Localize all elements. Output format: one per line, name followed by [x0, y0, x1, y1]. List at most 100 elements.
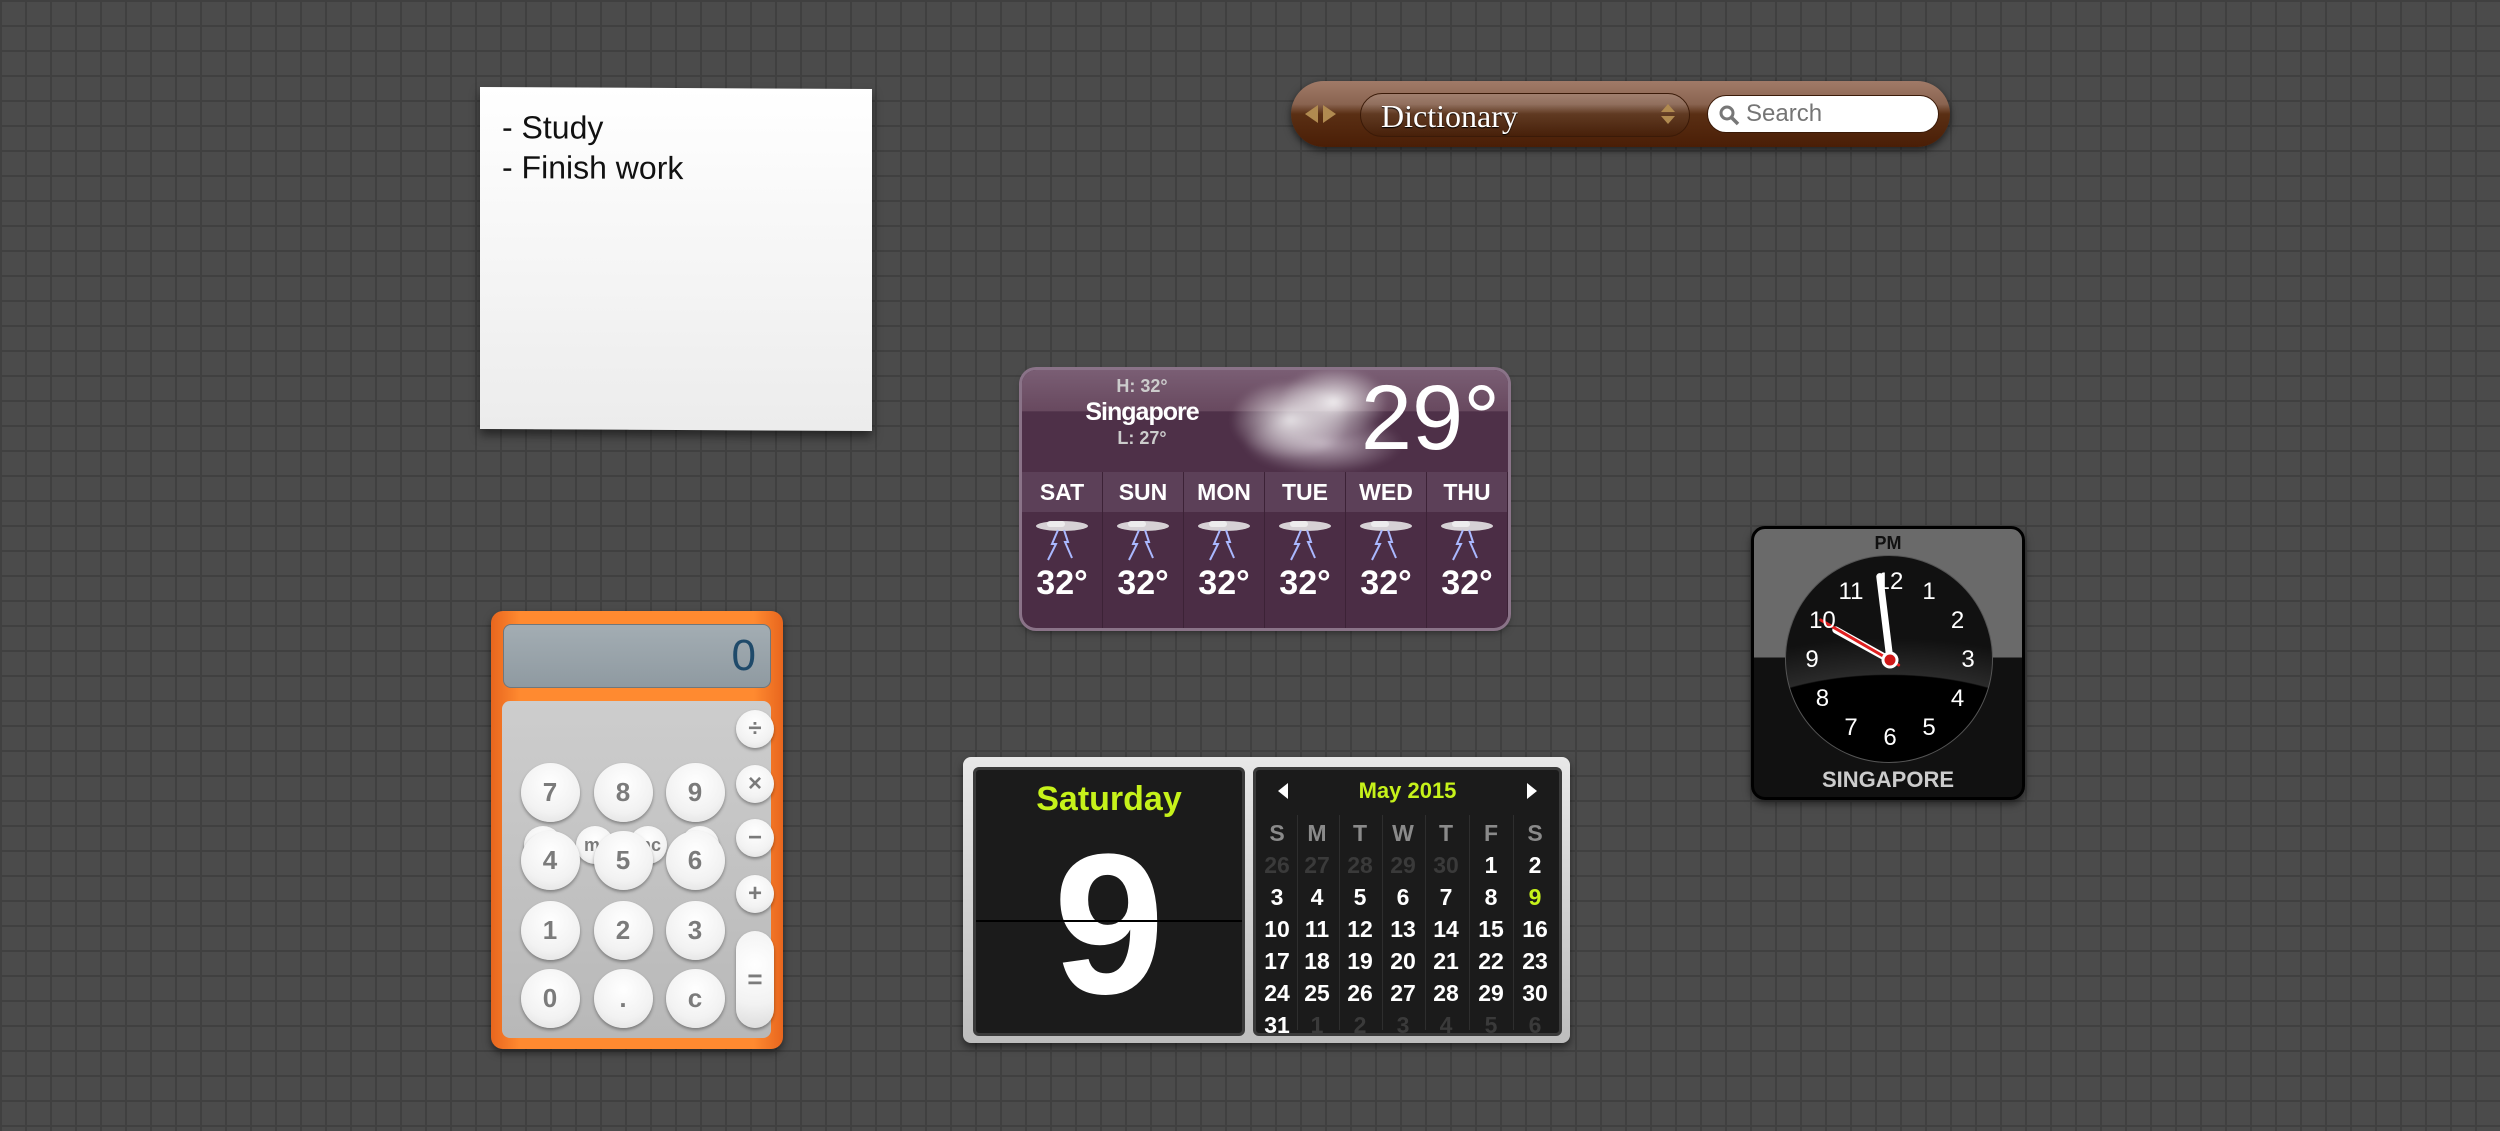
calendar-day[interactable]: 21 — [1426, 948, 1466, 975]
calendar-day[interactable]: 6 — [1383, 884, 1423, 911]
back-arrow-icon[interactable] — [1305, 105, 1318, 123]
note-line: - Finish work — [502, 149, 684, 187]
calendar-day[interactable]: 13 — [1383, 916, 1423, 943]
month-panel: May 2015 S M T W T F S 26 27 28 29 30 1 2 3 4 5 6 7 8 9 10 11 1… — [1253, 767, 1562, 1039]
calendar-day[interactable]: 28 — [1340, 852, 1380, 879]
weather-widget[interactable]: H: 32° Singapore L: 27° 29° SAT 32° SUN 32°… — [1022, 370, 1508, 628]
calendar-day[interactable]: 29 — [1471, 980, 1511, 1007]
calendar-day[interactable]: 3 — [1383, 1012, 1423, 1039]
search-icon — [1719, 105, 1740, 126]
next-month-button[interactable] — [1527, 783, 1537, 799]
key-2[interactable]: 2 — [593, 900, 653, 960]
calendar-day[interactable]: 16 — [1515, 916, 1555, 943]
calendar-day[interactable]: 6 — [1515, 1012, 1555, 1039]
calendar-day[interactable]: 20 — [1383, 948, 1423, 975]
multiply-button[interactable]: × — [736, 765, 774, 803]
low-temp: L: 27° — [1117, 428, 1167, 448]
key-5[interactable]: 5 — [593, 830, 653, 890]
key-4[interactable]: 4 — [520, 830, 580, 890]
calendar-day[interactable]: 10 — [1257, 916, 1297, 943]
calendar-day[interactable]: 31 — [1257, 1012, 1297, 1039]
calendar-day[interactable]: 8 — [1471, 884, 1511, 911]
calendar-day[interactable]: 15 — [1471, 916, 1511, 943]
calendar-day[interactable]: 9 — [1515, 884, 1555, 911]
search-input[interactable] — [1746, 99, 1926, 129]
clock-face: 12 1 2 3 4 5 6 7 8 9 10 11 — [1785, 555, 1993, 763]
calendar-day[interactable]: 24 — [1257, 980, 1297, 1007]
calendar-widget[interactable]: Saturday 9 May 2015 S M T W T F S 26 27 28 29 30 1 2 3… — [963, 757, 1570, 1043]
weekday-header: W — [1392, 820, 1414, 846]
thunderstorm-icon — [1279, 521, 1331, 561]
calendar-day[interactable]: 14 — [1426, 916, 1466, 943]
add-button[interactable]: + — [736, 875, 774, 913]
day-panel: Saturday 9 — [973, 767, 1245, 1036]
calendar-day[interactable]: 3 — [1257, 884, 1297, 911]
calendar-day[interactable]: 2 — [1340, 1012, 1380, 1039]
thunderstorm-icon — [1198, 521, 1250, 561]
calendar-day[interactable]: 1 — [1471, 852, 1511, 879]
calendar-day[interactable]: 7 — [1426, 884, 1466, 911]
calendar-day[interactable]: 26 — [1257, 852, 1297, 879]
key-6[interactable]: 6 — [665, 830, 725, 890]
calendar-day[interactable]: 5 — [1471, 1012, 1511, 1039]
calendar-day[interactable]: 2 — [1515, 852, 1555, 879]
world-clock-widget[interactable]: PM 12 1 2 3 4 5 6 7 8 9 10 11 SINGAPORE — [1751, 526, 2025, 800]
calendar-day[interactable]: 11 — [1297, 916, 1337, 943]
calendar-day[interactable]: 23 — [1515, 948, 1555, 975]
calendar-day[interactable]: 4 — [1297, 884, 1337, 911]
calendar-day[interactable]: 17 — [1257, 948, 1297, 975]
weekday-header: F — [1483, 820, 1499, 846]
weekday-header: M — [1307, 820, 1327, 846]
dictionary-source-select[interactable]: Dictionary — [1360, 93, 1690, 137]
calendar-day[interactable]: 28 — [1426, 980, 1466, 1007]
calendar-day[interactable]: 29 — [1383, 852, 1423, 879]
clock-numeral: 9 — [1805, 646, 1819, 673]
flip-divider — [976, 920, 1242, 922]
key-1[interactable]: 1 — [520, 900, 580, 960]
forecast-temp: 32° — [1360, 564, 1412, 602]
high-temp: H: 32° — [1116, 376, 1168, 396]
key-3[interactable]: 3 — [665, 900, 725, 960]
forecast-day: SUN 32° — [1103, 472, 1184, 628]
calendar-day[interactable]: 26 — [1340, 980, 1380, 1007]
display-value: 0 — [731, 631, 756, 680]
sticky-note-widget[interactable]: - Study - Finish work — [480, 86, 872, 432]
key-0[interactable]: 0 — [520, 968, 580, 1028]
forecast-day: WED 32° — [1346, 472, 1427, 628]
key-7[interactable]: 7 — [520, 762, 580, 822]
key-clear[interactable]: c — [665, 968, 725, 1028]
calendar-day[interactable]: 25 — [1297, 980, 1337, 1007]
weekday-header: S — [1269, 820, 1285, 846]
key-9[interactable]: 9 — [665, 762, 725, 822]
forward-arrow-icon[interactable] — [1323, 105, 1336, 123]
clock-city: SINGAPORE — [1821, 767, 1955, 792]
calendar-day[interactable]: 30 — [1426, 852, 1466, 879]
calendar-day[interactable]: 30 — [1515, 980, 1555, 1007]
weather-header: H: 32° Singapore L: 27° 29° — [1022, 370, 1508, 480]
forecast-day-name: THU — [1427, 472, 1507, 512]
forecast-day: THU 32° — [1427, 472, 1508, 628]
calendar-day[interactable]: 12 — [1340, 916, 1380, 943]
calendar-day[interactable]: 19 — [1340, 948, 1380, 975]
calendar-day[interactable]: 4 — [1426, 1012, 1466, 1039]
key-decimal[interactable]: . — [593, 968, 653, 1028]
equals-button[interactable]: = — [736, 930, 774, 1028]
clock-numeral: 2 — [1950, 607, 1965, 634]
calendar-day[interactable]: 18 — [1297, 948, 1337, 975]
forecast-day: SAT 32° — [1022, 472, 1103, 628]
divide-button[interactable]: ÷ — [736, 710, 774, 748]
calendar-day[interactable]: 22 — [1471, 948, 1511, 975]
key-8[interactable]: 8 — [593, 762, 653, 822]
forecast-temp: 32° — [1036, 564, 1088, 602]
calendar-day[interactable]: 1 — [1297, 1012, 1337, 1039]
period-label: PM — [1874, 533, 1902, 553]
subtract-button[interactable]: − — [736, 819, 774, 857]
clock-numeral: 7 — [1844, 713, 1858, 741]
dictionary-widget: Dictionary — [1291, 81, 1950, 147]
forecast-day-name: MON — [1184, 472, 1264, 512]
calendar-day[interactable]: 27 — [1297, 852, 1337, 879]
month-label: May 2015 — [1358, 778, 1457, 803]
calendar-day[interactable]: 27 — [1383, 980, 1423, 1007]
calendar-day[interactable]: 5 — [1340, 884, 1380, 911]
dictionary-search-field[interactable] — [1707, 95, 1939, 133]
